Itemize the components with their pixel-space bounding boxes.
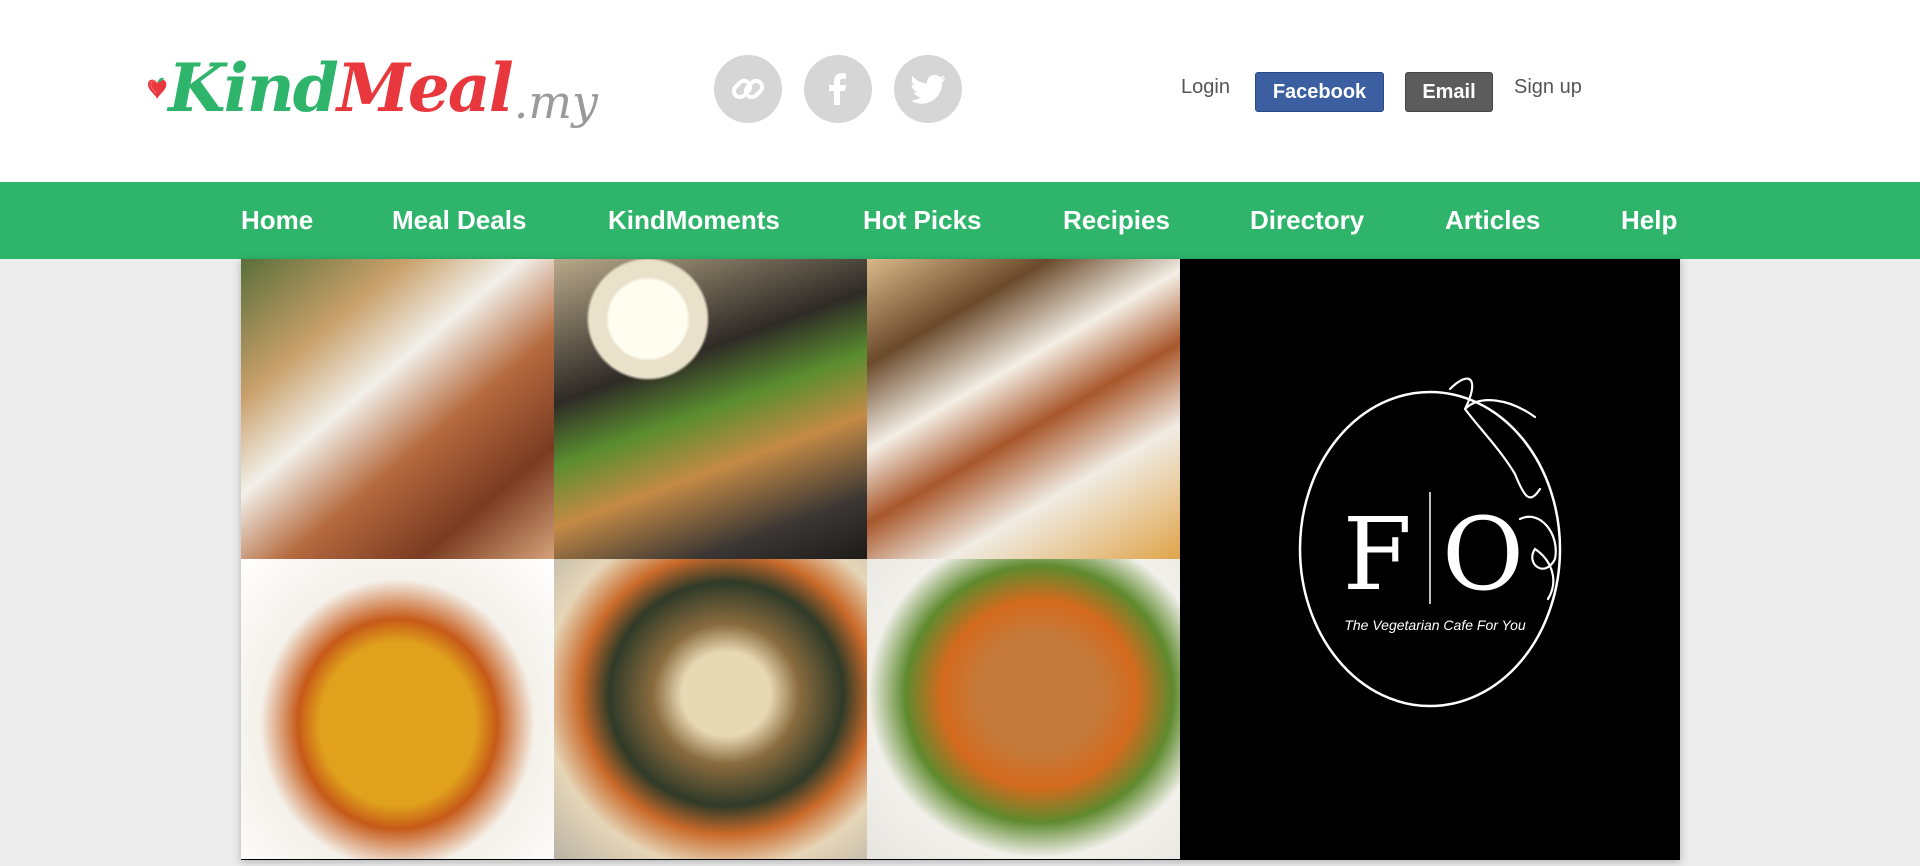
featured-gallery: F O The Vegetarian Cafe For You <box>241 259 1680 860</box>
email-login-button[interactable]: Email <box>1405 72 1493 112</box>
nav-item-hot-picks[interactable]: Hot Picks <box>863 182 982 259</box>
fo-tagline: The Vegetarian Cafe For You <box>1344 617 1526 633</box>
facebook-share-button[interactable] <box>804 55 872 123</box>
food-photo-noodle-soup[interactable] <box>867 559 1180 859</box>
link-icon <box>731 78 765 100</box>
food-photo-sushi-platter[interactable] <box>241 259 554 559</box>
nav-item-meal-deals[interactable]: Meal Deals <box>392 182 526 259</box>
fo-cafe-logo: F O <box>1298 377 1562 708</box>
fo-monogram-o: O <box>1442 496 1524 613</box>
nav-item-home[interactable]: Home <box>241 182 313 259</box>
main-nav: Home Meal Deals KindMoments Hot Picks Re… <box>0 182 1920 259</box>
logo-tld-text: .my <box>513 75 598 129</box>
link-share-button[interactable] <box>714 55 782 123</box>
nav-item-help[interactable]: Help <box>1621 182 1677 259</box>
twitter-icon <box>910 74 946 104</box>
nav-item-directory[interactable]: Directory <box>1250 182 1364 259</box>
facebook-icon <box>829 73 846 105</box>
food-photo-soup-toast[interactable] <box>554 259 867 559</box>
food-photo-glazed-sushi[interactable] <box>867 259 1180 559</box>
food-photo-spaghetti[interactable] <box>241 559 554 859</box>
food-photo-sushi-bento[interactable] <box>554 559 867 859</box>
facebook-login-button[interactable]: Facebook <box>1255 72 1384 112</box>
logo-kind-text: Kind <box>168 49 339 127</box>
heart-apple-icon <box>147 77 167 99</box>
nav-item-articles[interactable]: Articles <box>1445 182 1540 259</box>
logo-meal-text: Meal <box>336 49 514 127</box>
signup-link[interactable]: Sign up <box>1514 76 1582 99</box>
nav-item-kindmoments[interactable]: KindMoments <box>608 182 780 259</box>
kindmeal-logo[interactable]: Kind Meal .my <box>146 48 598 142</box>
site-header: Kind Meal .my Login Facebook Email Sign … <box>0 0 1920 182</box>
twitter-share-button[interactable] <box>894 55 962 123</box>
nav-item-recipies[interactable]: Recipies <box>1063 182 1170 259</box>
login-link[interactable]: Login <box>1181 76 1230 99</box>
fo-monogram-f: F <box>1343 496 1412 613</box>
restaurant-feature-banner[interactable]: F O The Vegetarian Cafe For You <box>1180 259 1680 860</box>
